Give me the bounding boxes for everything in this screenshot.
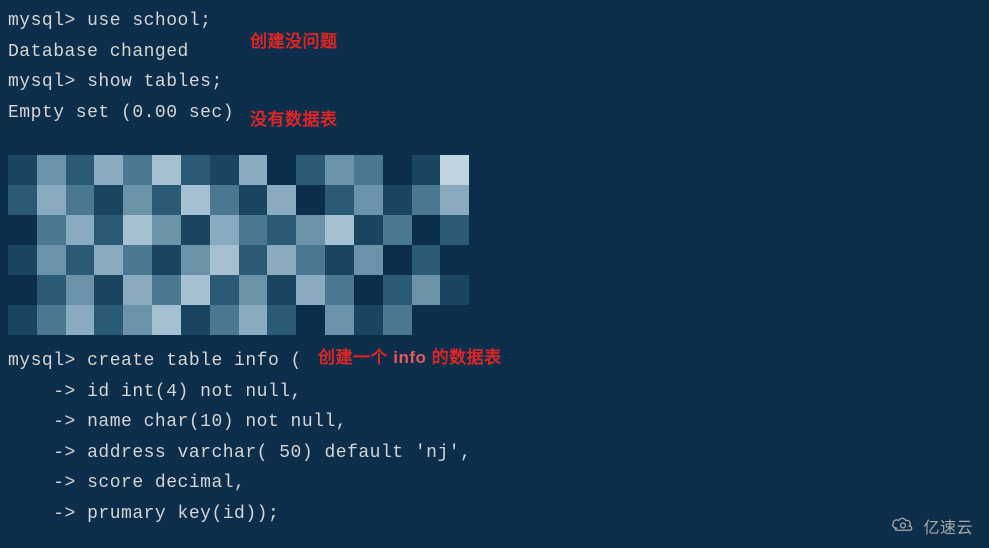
watermark-text: 亿速云 <box>923 515 973 542</box>
prompt: mysql> <box>8 72 87 92</box>
cont-prompt: -> <box>8 504 87 524</box>
cloud-icon <box>889 515 917 542</box>
command: use school; <box>87 11 211 31</box>
output: Empty set (0.00 sec) <box>8 103 234 123</box>
terminal-line: -> score decimal, <box>8 468 981 499</box>
annotation-2: 没有数据表 <box>250 106 338 135</box>
command: create table info ( <box>87 351 302 371</box>
cont-prompt: -> <box>8 382 87 402</box>
cont-prompt: -> <box>8 473 87 493</box>
annotation-3: 创建一个 info 的数据表 <box>318 344 502 373</box>
terminal-output: mysql> use school; Database changed mysq… <box>0 0 989 134</box>
terminal-line: mysql> show tables; <box>8 67 981 98</box>
command: id int(4) not null, <box>87 382 302 402</box>
terminal-line: -> address varchar( 50) default 'nj', <box>8 438 981 469</box>
command: show tables; <box>87 72 223 92</box>
terminal-line: -> id int(4) not null, <box>8 377 981 408</box>
cont-prompt: -> <box>8 443 87 463</box>
prompt: mysql> <box>8 351 87 371</box>
command: address varchar( 50) default 'nj', <box>87 443 471 463</box>
output: Database changed <box>8 42 189 62</box>
command: prumary key(id)); <box>87 504 279 524</box>
annotation-highlight: info <box>393 348 426 367</box>
terminal-line: -> name char(10) not null, <box>8 407 981 438</box>
pixelated-region <box>8 155 498 333</box>
terminal-line: Empty set (0.00 sec) <box>8 98 981 129</box>
command: name char(10) not null, <box>87 412 347 432</box>
cont-prompt: -> <box>8 412 87 432</box>
prompt: mysql> <box>8 11 87 31</box>
terminal-line: -> prumary key(id)); <box>8 499 981 530</box>
annotation-text: 创建一个 <box>318 348 393 367</box>
terminal-line: mysql> use school; <box>8 6 981 37</box>
annotation-1: 创建没问题 <box>250 28 338 57</box>
watermark: 亿速云 <box>889 515 973 542</box>
terminal-line: Database changed <box>8 37 981 68</box>
command: score decimal, <box>87 473 245 493</box>
annotation-text: 的数据表 <box>426 348 501 367</box>
